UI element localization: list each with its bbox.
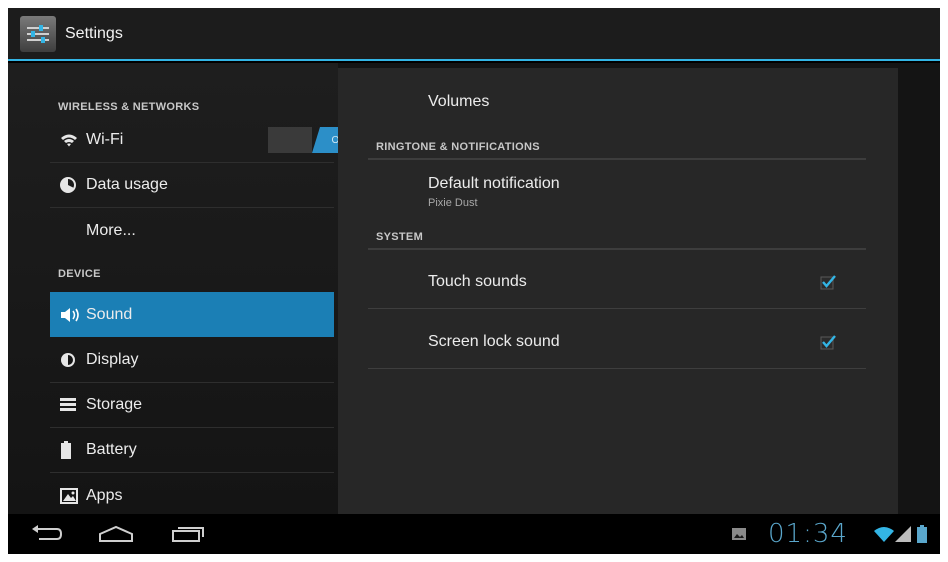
toggle-off-track [268, 127, 312, 153]
screenshot-notification-icon[interactable] [728, 520, 750, 548]
back-icon [32, 525, 63, 540]
recent-apps-icon [172, 527, 204, 542]
status-clock: 01:34 [768, 519, 848, 549]
settings-sidebar: WIRELESS & NETWORKS Wi-Fi ON [8, 63, 360, 514]
sidebar-item-more[interactable]: More... [50, 208, 334, 253]
recent-apps-button[interactable] [168, 520, 208, 548]
sidebar-item-label: Data usage [86, 176, 168, 193]
ringtone-notifications-header: RINGTONE & NOTIFICATIONS [376, 141, 540, 153]
volumes-item[interactable]: Volumes [428, 93, 489, 111]
checkmark-icon [820, 335, 836, 350]
wifi-signal-icon [874, 520, 894, 548]
screen-lock-sound-title: Screen lock sound [428, 333, 560, 350]
sidebar-item-wifi[interactable]: Wi-Fi ON [50, 118, 360, 163]
default-notification-summary: Pixie Dust [428, 197, 478, 209]
touch-sounds-title: Touch sounds [428, 273, 527, 290]
default-notification-title: Default notification [428, 175, 560, 192]
sidebar-item-sound[interactable]: Sound [50, 292, 334, 337]
screen-lock-sound-checkbox[interactable] [820, 334, 836, 350]
sidebar-item-battery[interactable]: Battery [50, 428, 334, 473]
battery-icon [60, 441, 86, 459]
sound-settings-pane: Volumes RINGTONE & NOTIFICATIONS Default… [338, 68, 898, 514]
home-button[interactable] [96, 520, 136, 548]
apps-icon [60, 487, 86, 504]
item-divider [368, 368, 866, 369]
sidebar-item-storage[interactable]: Storage [50, 383, 334, 428]
category-divider [368, 248, 866, 250]
page-title: Settings [65, 24, 123, 42]
display-icon [60, 352, 86, 368]
sidebar-item-label: Sound [86, 305, 133, 323]
tablet-screen: Settings WIRELESS & NETWORKS Wi-Fi ON [8, 8, 940, 554]
battery-status-icon [914, 520, 930, 548]
system-navigation-bar: 01:34 [8, 514, 940, 554]
content-area: WIRELESS & NETWORKS Wi-Fi ON [8, 63, 940, 514]
sound-icon [60, 307, 86, 323]
data-usage-icon [60, 177, 86, 193]
back-button[interactable] [26, 520, 66, 548]
touch-sounds-checkbox[interactable] [820, 274, 836, 290]
sidebar-item-label: Storage [86, 396, 143, 413]
action-bar: Settings [8, 8, 940, 61]
settings-icon[interactable] [20, 15, 56, 52]
sidebar-item-label: More... [86, 221, 136, 239]
sidebar-item-data-usage[interactable]: Data usage [50, 163, 334, 208]
storage-icon [60, 398, 86, 412]
sidebar-item-label: Display [86, 351, 139, 368]
item-divider [368, 308, 866, 309]
device-header: DEVICE [58, 268, 101, 280]
checkmark-icon [820, 275, 836, 290]
cell-signal-icon [894, 520, 912, 548]
category-divider [368, 158, 866, 160]
wifi-icon [60, 133, 86, 147]
sidebar-item-display[interactable]: Display [50, 338, 334, 383]
sidebar-item-label: Wi-Fi [86, 131, 124, 148]
sidebar-item-label: Apps [86, 486, 123, 504]
system-header: SYSTEM [376, 231, 424, 243]
home-icon [99, 525, 133, 542]
sidebar-item-label: Battery [86, 441, 137, 458]
sidebar-item-apps[interactable]: Apps [50, 473, 334, 518]
wireless-networks-header: WIRELESS & NETWORKS [58, 101, 200, 113]
